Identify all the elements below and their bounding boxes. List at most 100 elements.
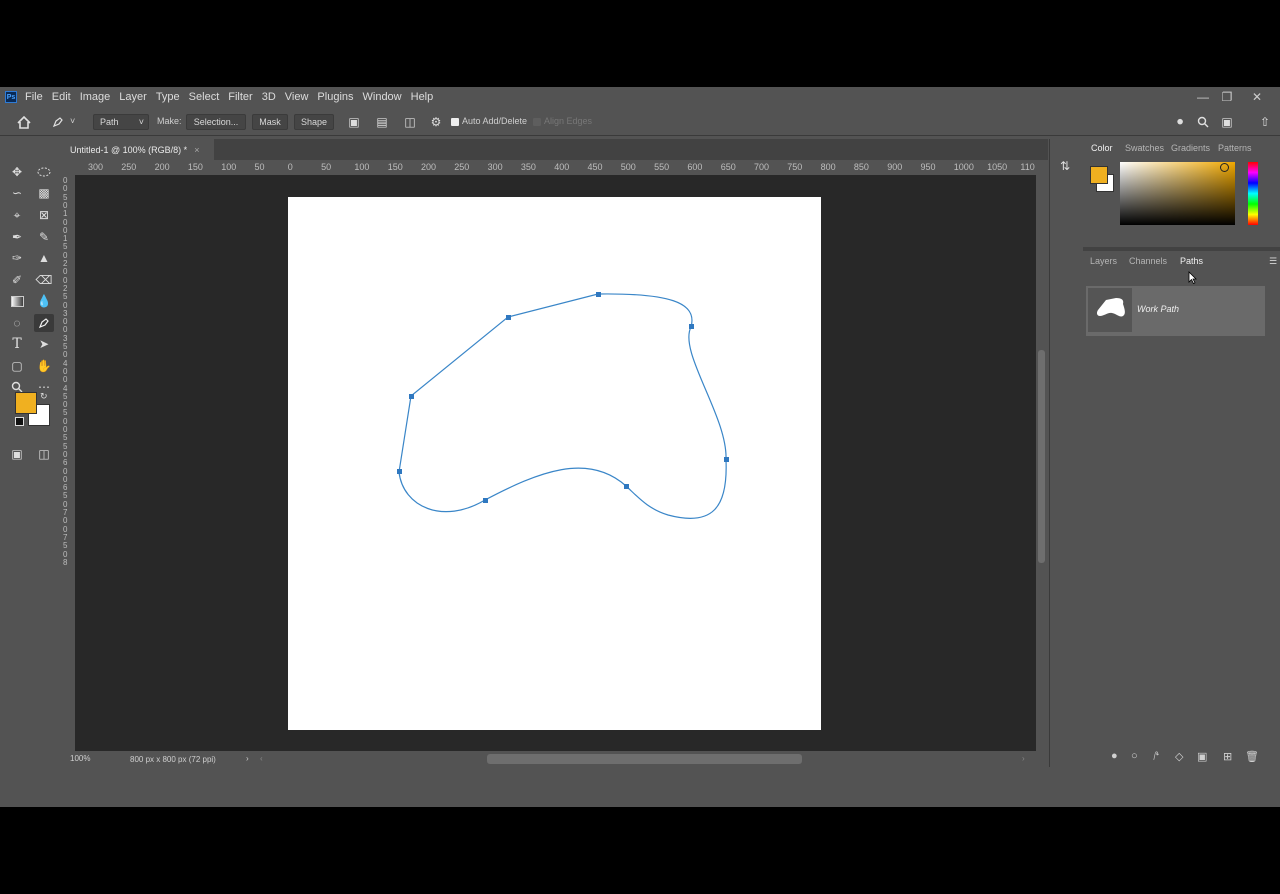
anchor-point[interactable] bbox=[483, 498, 488, 503]
pen-tool-icon[interactable] bbox=[34, 314, 54, 332]
tab-layers[interactable]: Layers bbox=[1090, 256, 1117, 266]
anchor-point[interactable] bbox=[724, 457, 729, 462]
color-field[interactable] bbox=[1120, 162, 1235, 225]
history-panel-icon[interactable]: ⇅ bbox=[1055, 157, 1075, 175]
menu-3d[interactable]: 3D bbox=[262, 91, 276, 103]
scroll-left-icon[interactable]: ‹ bbox=[260, 754, 263, 763]
document-tab[interactable]: Untitled-1 @ 100% (RGB/8) * × bbox=[62, 139, 214, 160]
close-icon[interactable]: ✕ bbox=[1244, 87, 1270, 107]
work-path-row[interactable]: Work Path bbox=[1086, 286, 1265, 336]
document-info[interactable]: 800 px x 800 px (72 ppi) bbox=[130, 755, 216, 764]
hand-tool-icon[interactable]: ✋ bbox=[34, 357, 54, 375]
foreground-color-swatch[interactable] bbox=[15, 392, 37, 414]
marquee-tool-icon[interactable] bbox=[34, 163, 54, 181]
frame-tool-icon[interactable]: ⊠ bbox=[34, 206, 54, 224]
document-canvas[interactable] bbox=[288, 197, 821, 730]
workspace-icon[interactable]: ▣ bbox=[1217, 113, 1237, 131]
load-as-selection-icon[interactable]: ⭚ bbox=[1153, 750, 1159, 763]
stamp-tool-icon[interactable]: ▲ bbox=[34, 249, 54, 267]
pen-tool-preset-icon[interactable] bbox=[48, 113, 68, 131]
horizontal-ruler[interactable]: 300 250 200 150 100 50 0 50 100 150 200 250 300 350 40… bbox=[75, 161, 1036, 175]
menu-help[interactable]: Help bbox=[411, 91, 434, 103]
make-selection-button[interactable]: Selection... bbox=[186, 114, 246, 130]
healing-brush-tool-icon[interactable]: ✎ bbox=[34, 228, 54, 246]
menu-file[interactable]: File bbox=[25, 91, 43, 103]
close-tab-icon[interactable]: × bbox=[194, 145, 199, 155]
menu-view[interactable]: View bbox=[285, 91, 309, 103]
share-icon[interactable]: ⇧ bbox=[1255, 113, 1275, 131]
lasso-tool-icon[interactable]: ∽ bbox=[7, 184, 27, 202]
anchor-point[interactable] bbox=[689, 324, 694, 329]
gradient-tool-icon[interactable] bbox=[7, 292, 27, 310]
dodge-tool-icon[interactable]: ◌ bbox=[7, 314, 27, 332]
auto-add-delete-checkbox[interactable] bbox=[451, 118, 459, 126]
scroll-right-icon[interactable]: › bbox=[1022, 754, 1025, 763]
make-mask-button[interactable]: Mask bbox=[252, 114, 288, 130]
anchor-point[interactable] bbox=[506, 315, 511, 320]
menu-filter[interactable]: Filter bbox=[228, 91, 252, 103]
anchor-point[interactable] bbox=[596, 292, 601, 297]
tab-swatches[interactable]: Swatches bbox=[1125, 143, 1164, 153]
default-colors-icon[interactable] bbox=[15, 417, 24, 426]
tab-channels[interactable]: Channels bbox=[1129, 256, 1167, 266]
menu-layer[interactable]: Layer bbox=[119, 91, 147, 103]
object-selection-tool-icon[interactable]: ▩ bbox=[34, 184, 54, 202]
restore-icon[interactable]: ❐ bbox=[1214, 87, 1240, 107]
make-work-path-icon[interactable]: ◇ bbox=[1175, 750, 1183, 763]
quick-mask-icon[interactable]: ▣ bbox=[7, 445, 27, 463]
panel-menu-icon[interactable]: ☰ bbox=[1269, 256, 1277, 267]
make-shape-button[interactable]: Shape bbox=[294, 114, 334, 130]
tool-mode-select[interactable]: Path ˅ bbox=[93, 114, 149, 130]
path-selection-tool-icon[interactable]: ➤ bbox=[34, 335, 54, 353]
swap-colors-icon[interactable]: ↻ bbox=[40, 391, 48, 402]
stroke-path-icon[interactable]: ○ bbox=[1131, 750, 1138, 762]
menu-image[interactable]: Image bbox=[80, 91, 111, 103]
type-tool-icon[interactable]: T bbox=[7, 335, 27, 353]
panel-menu-icon[interactable] bbox=[1084, 142, 1091, 156]
zoom-level[interactable]: 100% bbox=[70, 754, 90, 763]
menu-edit[interactable]: Edit bbox=[52, 91, 71, 103]
tab-color[interactable]: Color bbox=[1091, 143, 1113, 153]
anchor-point[interactable] bbox=[397, 469, 402, 474]
menu-select[interactable]: Select bbox=[189, 91, 220, 103]
share-learn-icon[interactable]: ⚫ bbox=[1170, 113, 1190, 131]
add-mask-icon[interactable]: ▣ bbox=[1197, 750, 1207, 763]
vertical-ruler[interactable]: 0050100150200250300350400450500550600650… bbox=[62, 175, 75, 751]
crop-tool-icon[interactable]: ⌖ bbox=[7, 206, 27, 224]
home-icon[interactable] bbox=[14, 113, 34, 131]
menu-type[interactable]: Type bbox=[156, 91, 180, 103]
minimize-icon[interactable]: — bbox=[1190, 87, 1216, 107]
path-arrangement-icon[interactable]: ◫ bbox=[400, 113, 420, 131]
rectangle-tool-icon[interactable]: ▢ bbox=[7, 357, 27, 375]
path-operations-icon[interactable]: ▣ bbox=[344, 113, 364, 131]
anchor-point[interactable] bbox=[409, 394, 414, 399]
menu-window[interactable]: Window bbox=[363, 91, 402, 103]
new-path-icon[interactable]: ⊞ bbox=[1223, 750, 1232, 763]
move-tool-icon[interactable]: ✥ bbox=[7, 163, 27, 181]
color-fg-chip[interactable] bbox=[1090, 166, 1108, 184]
gear-icon[interactable]: ⚙ bbox=[426, 113, 446, 131]
horizontal-scroll-thumb[interactable] bbox=[487, 754, 802, 764]
screen-mode-icon[interactable]: ◫ bbox=[34, 445, 54, 463]
tab-paths[interactable]: Paths bbox=[1180, 256, 1203, 266]
hue-slider[interactable] bbox=[1248, 162, 1258, 225]
color-picker-handle[interactable] bbox=[1220, 163, 1229, 172]
work-path-shape[interactable] bbox=[288, 197, 821, 730]
brush-tool-icon[interactable]: ✑ bbox=[7, 249, 27, 267]
anchor-point[interactable] bbox=[624, 484, 629, 489]
history-brush-tool-icon[interactable]: ✐ bbox=[7, 271, 27, 289]
delete-path-icon[interactable]: 🗑 bbox=[1245, 750, 1259, 763]
fill-path-icon[interactable]: ● bbox=[1111, 750, 1118, 762]
tab-patterns[interactable]: Patterns bbox=[1218, 143, 1252, 153]
vertical-scroll-thumb[interactable] bbox=[1038, 350, 1045, 563]
chevron-right-icon[interactable]: › bbox=[246, 754, 249, 763]
search-icon[interactable] bbox=[1193, 113, 1213, 131]
chevron-down-icon[interactable]: ˅ bbox=[70, 116, 75, 126]
eraser-tool-icon[interactable]: ⌫ bbox=[34, 271, 54, 289]
vertical-scrollbar[interactable] bbox=[1036, 175, 1048, 751]
path-alignment-icon[interactable]: ▤ bbox=[372, 113, 392, 131]
menu-plugins[interactable]: Plugins bbox=[317, 91, 353, 103]
blur-tool-icon[interactable]: 💧 bbox=[34, 292, 54, 310]
eyedropper-tool-icon[interactable]: ✒ bbox=[7, 228, 27, 246]
tab-gradients[interactable]: Gradients bbox=[1171, 143, 1210, 153]
